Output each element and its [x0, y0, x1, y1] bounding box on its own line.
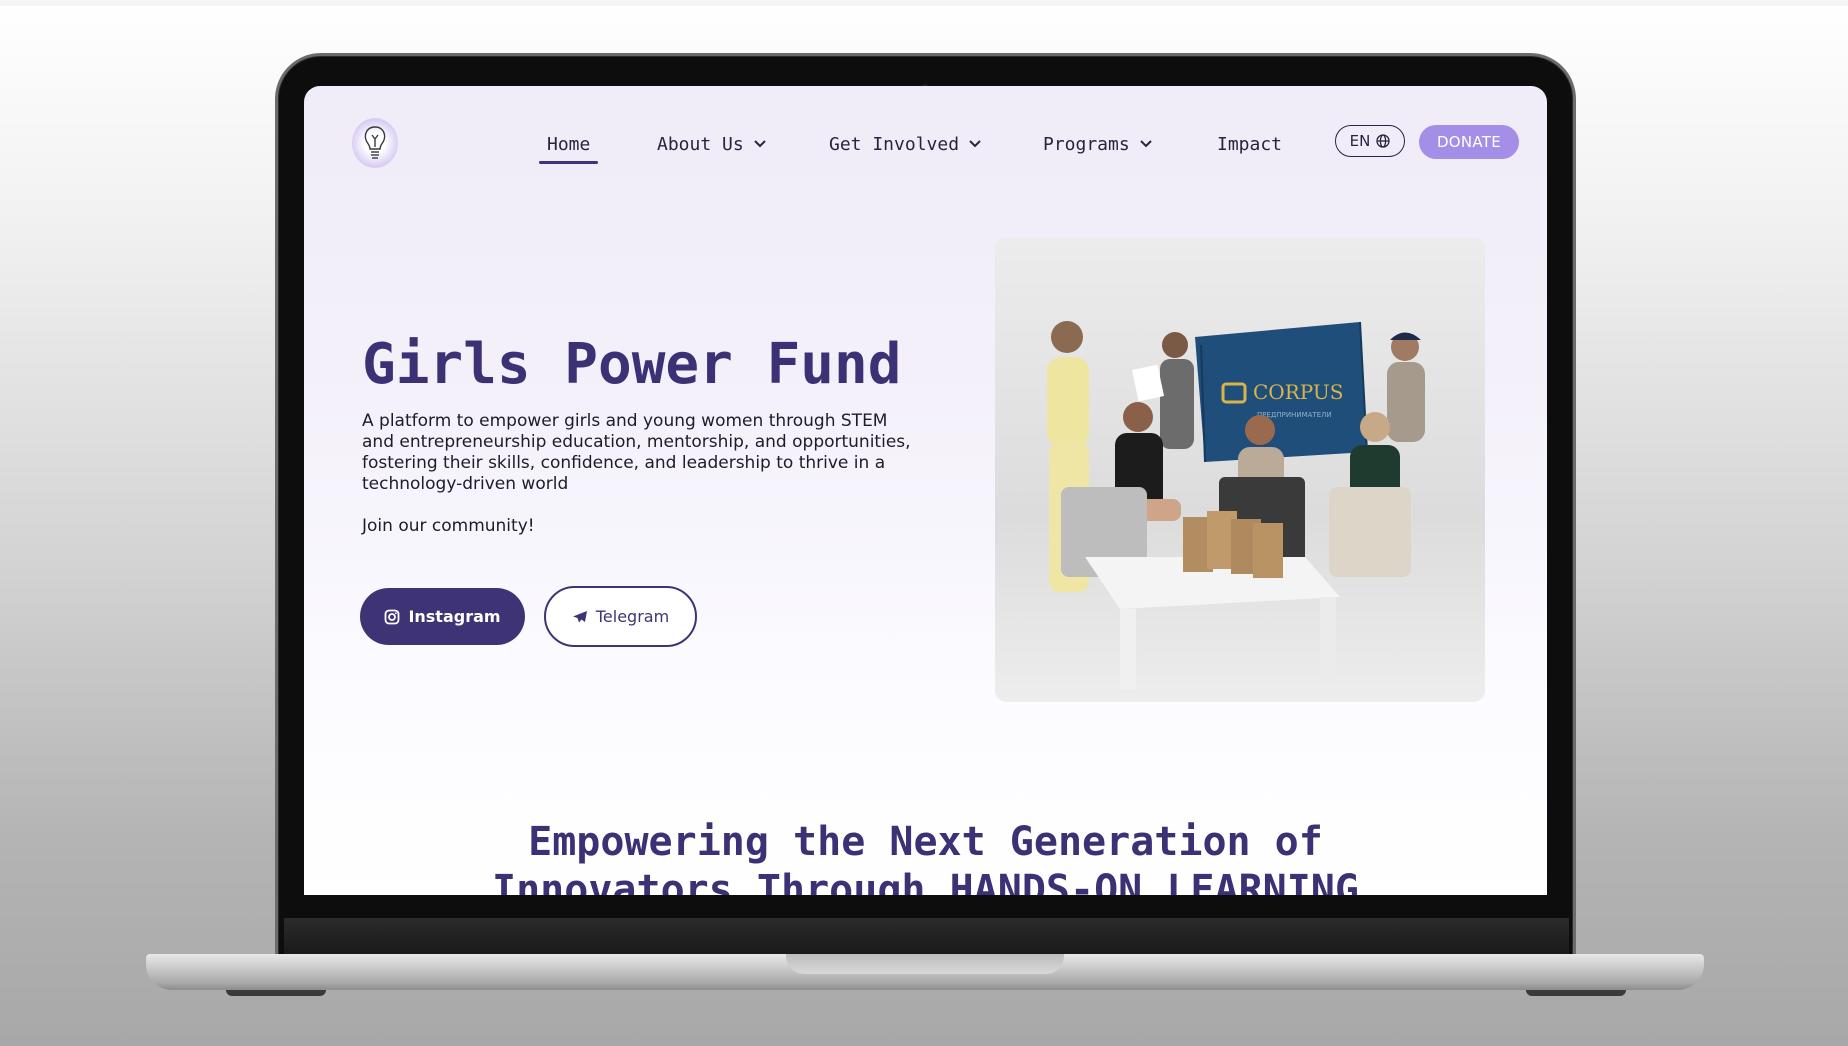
nav-impact[interactable]: Impact [1217, 124, 1282, 164]
nav-home[interactable]: Home [538, 124, 599, 164]
instagram-label: Instagram [408, 607, 501, 626]
section-heading-line1: Empowering the Next Generation of [528, 819, 1323, 865]
laptop-bezel-bottom [284, 918, 1569, 954]
laptop-foot-right [1526, 990, 1626, 996]
nav-programs-label: Programs [1043, 133, 1130, 155]
donate-button[interactable]: DONATE [1419, 125, 1519, 159]
telegram-label: Telegram [595, 607, 670, 626]
telegram-icon [572, 610, 587, 622]
language-label: EN [1349, 132, 1371, 150]
globe-icon [1376, 134, 1390, 148]
hero-title: Girls Power Fund [362, 332, 902, 397]
section-heading: Empowering the Next Generation of Innova… [304, 818, 1547, 895]
nav-programs[interactable]: Programs [1043, 124, 1152, 164]
language-selector[interactable]: EN [1335, 125, 1405, 157]
banner-text: CORPUS [1253, 380, 1343, 404]
chevron-down-icon [753, 140, 766, 148]
nav-get-involved[interactable]: Get Involved [829, 124, 981, 164]
chevron-down-icon [969, 140, 981, 148]
nav-about-us[interactable]: About Us [657, 124, 766, 164]
instagram-button[interactable]: Instagram [360, 588, 525, 645]
nav-get-involved-label: Get Involved [829, 133, 960, 155]
window-top-edge [0, 0, 1848, 6]
laptop-foot-left [226, 990, 326, 996]
section-heading-line2: Innovators Through HANDS-ON LEARNING [492, 867, 1359, 895]
hero-description: A platform to empower girls and young wo… [362, 411, 911, 494]
telegram-button[interactable]: Telegram [544, 586, 697, 647]
nav-impact-label: Impact [1217, 133, 1283, 155]
hero-join-text: Join our community! [362, 516, 535, 536]
chevron-down-icon [1139, 140, 1152, 148]
laptop-notch [786, 954, 1064, 974]
website-screen: Home About Us Get Involved Programs Impa… [304, 86, 1547, 895]
nav-about-us-label: About Us [657, 133, 744, 155]
group-photo-illustration: CORPUS ПРЕДПРИНИМАТЕЛИ [995, 237, 1485, 702]
instagram-icon [385, 609, 400, 624]
nav-home-label: Home [547, 133, 591, 155]
hero-photo: CORPUS ПРЕДПРИНИМАТЕЛИ [995, 237, 1485, 702]
